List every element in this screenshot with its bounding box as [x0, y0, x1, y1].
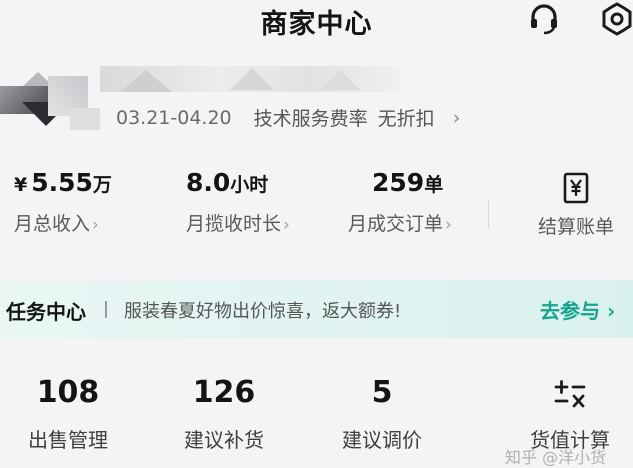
- stat-value: 108: [36, 375, 100, 410]
- join-task-button[interactable]: 去参与 ›: [540, 295, 615, 324]
- headset-icon[interactable]: [527, 2, 561, 36]
- stat-value: 259: [372, 168, 425, 197]
- price-adjust-suggestion-item[interactable]: 5 建议调价: [334, 372, 430, 453]
- chevron-right-icon: ›: [283, 215, 290, 235]
- divider: [488, 200, 489, 228]
- task-description: 服装春夏好物出价惊喜，返大额券!: [124, 301, 402, 322]
- stat-value: 8.0: [186, 168, 231, 197]
- restock-suggestion-item[interactable]: 126 建议补货: [176, 372, 272, 453]
- stat-value: 5: [371, 375, 393, 410]
- stat-unit: 万: [92, 174, 112, 196]
- stat-unit: 小时: [230, 174, 269, 196]
- period-range: 03.21-04.20: [116, 106, 232, 129]
- top-header: 商家中心: [0, 0, 633, 52]
- stat-label: 建议调价: [342, 428, 422, 452]
- fee-value: 无折扣: [377, 108, 435, 130]
- monthly-stats: ¥5.55万 月总收入 › 8.0小时 月揽收时长 › 259单 月成交订单 › 结算…: [0, 168, 633, 258]
- value-calculator-button[interactable]: 货值计算: [522, 372, 618, 453]
- settlement-bill-button[interactable]: 结算账单: [538, 168, 614, 239]
- stat-label: 月成交订单: [348, 213, 444, 235]
- stat-monthly-income[interactable]: ¥5.55万 月总收入 ›: [14, 168, 112, 236]
- stat-label: 出售管理: [28, 428, 108, 452]
- calculator-icon: [554, 380, 586, 408]
- yen-document-icon: [563, 172, 589, 204]
- chevron-right-icon: ›: [92, 215, 99, 235]
- stat-value: 5.55: [31, 168, 93, 197]
- shop-period-line[interactable]: 03.21-04.20 技术服务费率 无折扣 ›: [116, 104, 460, 131]
- gear-icon[interactable]: [600, 2, 633, 36]
- fee-label: 技术服务费率: [253, 108, 368, 130]
- stat-label: 月总收入: [14, 213, 91, 235]
- stat-monthly-orders[interactable]: 259单 月成交订单 ›: [348, 168, 452, 236]
- task-center-title: 任务中心: [6, 300, 86, 324]
- sales-management-item[interactable]: 108 出售管理: [20, 372, 116, 453]
- bill-label: 结算账单: [538, 216, 615, 238]
- divider: [105, 301, 107, 318]
- watermark: 知乎 @洋小货: [505, 448, 607, 467]
- yen-symbol: ¥: [14, 174, 28, 196]
- chevron-right-icon: ›: [445, 215, 452, 235]
- stat-unit: 单: [424, 174, 444, 196]
- stat-label: 月揽收时长: [186, 213, 282, 235]
- stat-label: 建议补货: [184, 428, 264, 452]
- stat-pickup-hours[interactable]: 8.0小时 月揽收时长 ›: [186, 168, 290, 236]
- chevron-right-icon: ›: [452, 106, 461, 129]
- stat-value: 126: [192, 375, 256, 410]
- task-center-banner[interactable]: 任务中心 服装春夏好物出价惊喜，返大额券! 去参与 ›: [0, 280, 633, 338]
